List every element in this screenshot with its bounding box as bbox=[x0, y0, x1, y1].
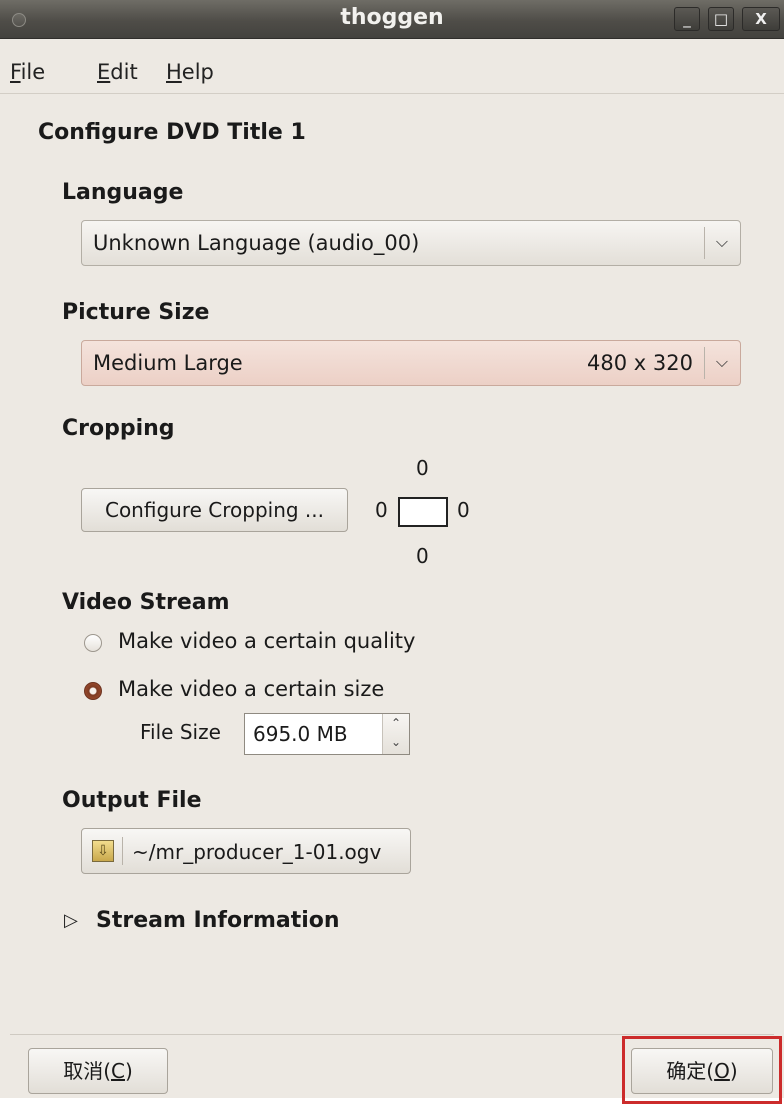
menu-edit-mnemonic: E bbox=[97, 60, 111, 84]
picture-size-dimensions: 480 x 320 bbox=[587, 351, 693, 375]
menu-file[interactable]: File bbox=[10, 60, 45, 84]
combo-separator bbox=[704, 347, 705, 379]
menu-help-label: elp bbox=[181, 60, 214, 84]
save-file-icon: ⇩ bbox=[92, 840, 114, 862]
file-button-separator bbox=[122, 837, 123, 865]
cancel-label-end: ) bbox=[124, 1059, 133, 1083]
title-bar[interactable]: thoggen _ □ X bbox=[0, 0, 784, 39]
configure-cropping-button[interactable]: Configure Cropping ... bbox=[81, 488, 348, 532]
close-icon[interactable]: X bbox=[742, 7, 780, 31]
cancel-label: 取消( bbox=[63, 1059, 112, 1083]
maximize-icon[interactable]: □ bbox=[708, 7, 734, 31]
picture-size-heading: Picture Size bbox=[62, 300, 210, 325]
crop-preview-box bbox=[398, 497, 448, 527]
output-file-heading: Output File bbox=[62, 788, 202, 813]
page-title: Configure DVD Title 1 bbox=[38, 120, 306, 145]
crop-left-value: 0 bbox=[375, 498, 388, 522]
menu-file-mnemonic: F bbox=[10, 60, 21, 84]
language-combo-value: Unknown Language (audio_00) bbox=[93, 231, 420, 255]
dialog-window: thoggen _ □ X File Edit Help Configure D… bbox=[0, 0, 784, 1104]
file-size-value[interactable]: 695.0 MB bbox=[253, 722, 348, 746]
file-size-spinbutton[interactable]: 695.0 MB ⌃ ⌄ bbox=[244, 713, 410, 755]
expander-triangle-icon[interactable]: ▷ bbox=[64, 910, 78, 931]
radio-size-label: Make video a certain size bbox=[118, 677, 385, 701]
crop-bottom-value: 0 bbox=[416, 544, 429, 568]
menu-bar: File Edit Help bbox=[0, 39, 784, 94]
radio-quality-label: Make video a certain quality bbox=[118, 629, 416, 653]
picture-size-combo-value: Medium Large bbox=[93, 351, 243, 375]
menu-help-mnemonic: H bbox=[166, 60, 182, 84]
cropping-heading: Cropping bbox=[62, 416, 175, 441]
cancel-mnemonic: C bbox=[111, 1059, 125, 1083]
spin-arrows-icon[interactable]: ⌃ ⌄ bbox=[382, 714, 409, 754]
picture-size-combo[interactable]: Medium Large 480 x 320 ⌵ bbox=[81, 340, 741, 386]
file-size-label: File Size bbox=[140, 720, 221, 744]
menu-edit[interactable]: Edit bbox=[97, 60, 138, 84]
combo-separator bbox=[704, 227, 705, 259]
output-file-path: ~/mr_producer_1-01.ogv bbox=[132, 840, 382, 864]
language-heading: Language bbox=[62, 180, 184, 205]
cancel-button[interactable]: 取消(C) bbox=[28, 1048, 168, 1094]
chevron-down-icon: ⌵ bbox=[715, 352, 729, 371]
radio-size-button[interactable] bbox=[84, 682, 102, 700]
stream-information-expander[interactable]: Stream Information bbox=[96, 908, 340, 933]
crop-right-value: 0 bbox=[457, 498, 470, 522]
menu-help[interactable]: Help bbox=[166, 60, 214, 84]
menu-edit-label: dit bbox=[110, 60, 138, 84]
menu-file-label: ile bbox=[20, 60, 46, 84]
radio-quality-button[interactable] bbox=[84, 634, 102, 652]
language-combo[interactable]: Unknown Language (audio_00) ⌵ bbox=[81, 220, 741, 266]
output-file-chooser-button[interactable]: ⇩ ~/mr_producer_1-01.ogv bbox=[81, 828, 411, 874]
video-stream-heading: Video Stream bbox=[62, 590, 230, 615]
crop-top-value: 0 bbox=[416, 456, 429, 480]
chevron-down-icon: ⌵ bbox=[715, 232, 729, 251]
ok-button-highlight-frame bbox=[622, 1036, 782, 1104]
footer-separator bbox=[10, 1034, 774, 1035]
minimize-icon[interactable]: _ bbox=[674, 7, 700, 31]
window-title: thoggen bbox=[340, 5, 444, 30]
